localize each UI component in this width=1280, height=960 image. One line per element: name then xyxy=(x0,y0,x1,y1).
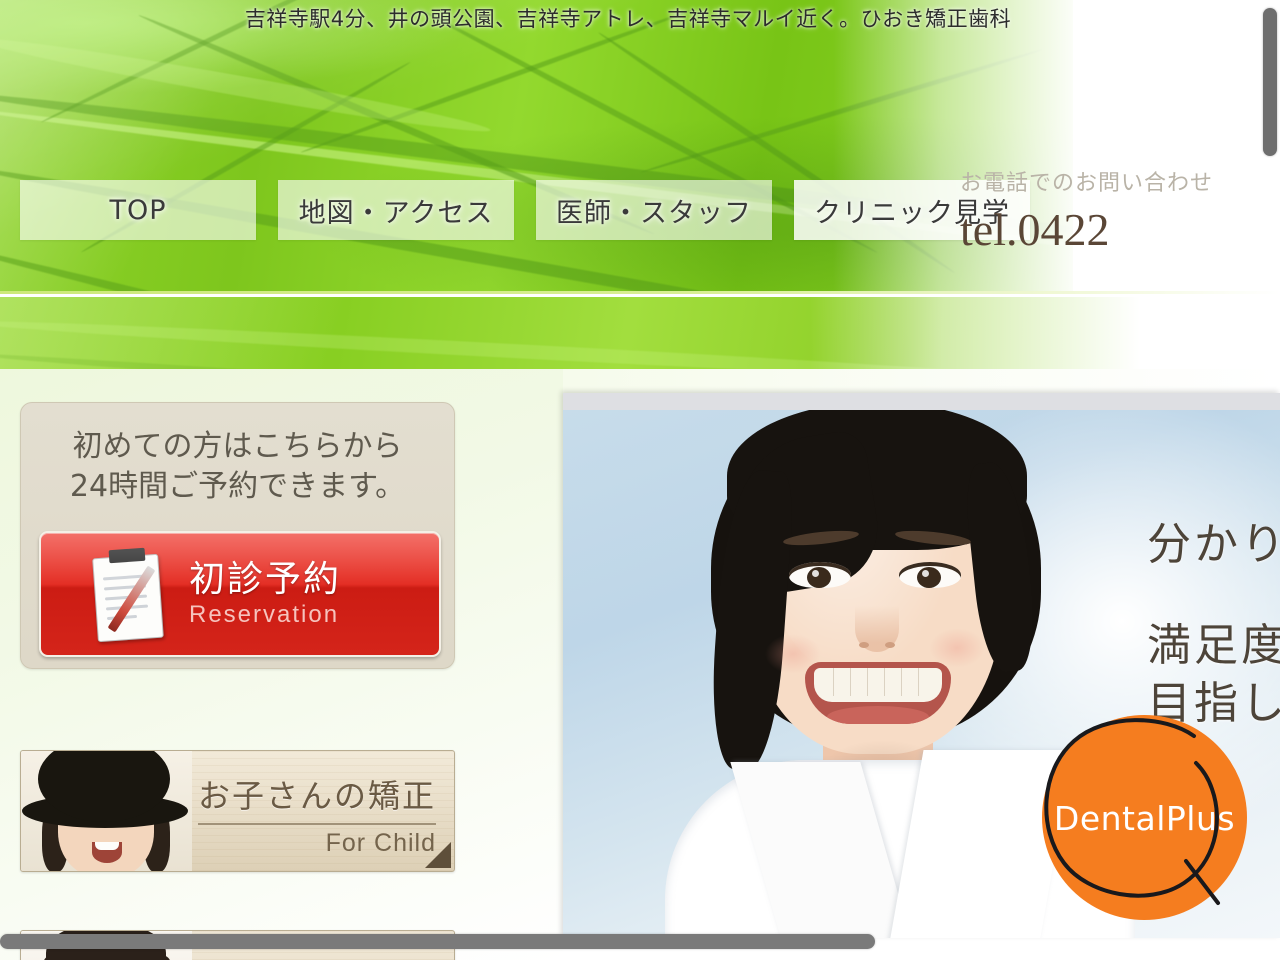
nav-item-map-access[interactable]: 地図・アクセス xyxy=(278,180,514,240)
vertical-scrollbar[interactable] xyxy=(1263,8,1277,156)
reservation-heading-line1: 初めての方はこちらから xyxy=(72,429,403,464)
phone-label: お電話でのお問い合わせ xyxy=(960,171,1214,196)
woman-smile-mouth xyxy=(805,662,951,724)
tooth-line xyxy=(833,668,834,696)
reservation-button-label-en: Reservation xyxy=(189,600,340,628)
woman-nostril-right xyxy=(885,642,895,648)
leaf-secondary-band xyxy=(0,297,1140,369)
leaf-fade-2 xyxy=(810,297,1140,369)
tooth-line xyxy=(850,668,851,696)
dentalplus-label: DentalPlus xyxy=(1053,799,1236,838)
banner-for-child[interactable]: お子さんの矯正 For Child xyxy=(20,750,455,872)
clipboard-pen-icon xyxy=(83,546,175,643)
child-mouth xyxy=(92,842,122,863)
tooth-line xyxy=(884,668,885,696)
banner-for-child-text: お子さんの矯正 For Child xyxy=(197,771,436,858)
tooth-line xyxy=(867,668,868,696)
clipboard-clip xyxy=(108,547,146,564)
reservation-heading-line2: 24時間ご予約できます。 xyxy=(69,468,406,504)
hero-copy-line2: 満足度 xyxy=(1147,621,1280,671)
reservation-card[interactable]: 初めての方はこちらから 24時間ご予約できます。 初診予約 Reservatio… xyxy=(20,402,455,669)
hero-copy: 分かり 満足度 目指し xyxy=(1147,520,1280,728)
reservation-button-text: 初診予約 Reservation xyxy=(189,558,342,628)
hero-copy-line1: 分かり xyxy=(1147,520,1280,569)
dentalplus-badge[interactable]: DentalPlus xyxy=(1042,715,1247,920)
nav-item-top[interactable]: TOP xyxy=(20,180,256,240)
banner-rule xyxy=(197,823,436,825)
site-tagline: 吉祥寺駅4分、井の頭公園、吉祥寺アトレ、吉祥寺マルイ近く。ひおき矯正歯科 xyxy=(244,7,1012,31)
tooth-line xyxy=(901,668,902,696)
page-root: 吉祥寺駅4分、井の頭公園、吉祥寺アトレ、吉祥寺マルイ近く。ひおき矯正歯科 TOP… xyxy=(0,0,1280,960)
reservation-button[interactable]: 初診予約 Reservation xyxy=(39,531,441,657)
reservation-button-label-jp: 初診予約 xyxy=(189,558,342,600)
phone-number[interactable]: tel.0422 xyxy=(960,203,1280,256)
phone-contact-block: お電話でのお問い合わせ tel.0422 xyxy=(960,165,1280,256)
banner-corner-arrow-icon xyxy=(425,842,451,868)
banner-for-child-title: お子さんの矯正 xyxy=(197,777,436,815)
horizontal-scrollbar[interactable] xyxy=(0,934,875,949)
leaf-divider-line xyxy=(0,291,1280,294)
nav-item-doctor-staff[interactable]: 医師・スタッフ xyxy=(536,180,772,240)
hero-top-bar xyxy=(563,393,1280,410)
main-navigation: TOP 地図・アクセス 医師・スタッフ クリニック見学 xyxy=(20,180,1030,240)
woman-nostril-left xyxy=(859,642,869,648)
horizontal-scrollbar-track[interactable] xyxy=(0,934,1280,960)
banner-for-child-subtitle: For Child xyxy=(325,829,436,857)
child-photo xyxy=(21,751,192,871)
woman-tongue xyxy=(827,706,929,724)
leaf-header-image xyxy=(0,0,1073,292)
reservation-heading: 初めての方はこちらから 24時間ご予約できます。 xyxy=(21,427,454,506)
woman-eye-left xyxy=(789,562,851,588)
woman-eye-right xyxy=(899,562,961,588)
tooth-line xyxy=(918,668,919,696)
